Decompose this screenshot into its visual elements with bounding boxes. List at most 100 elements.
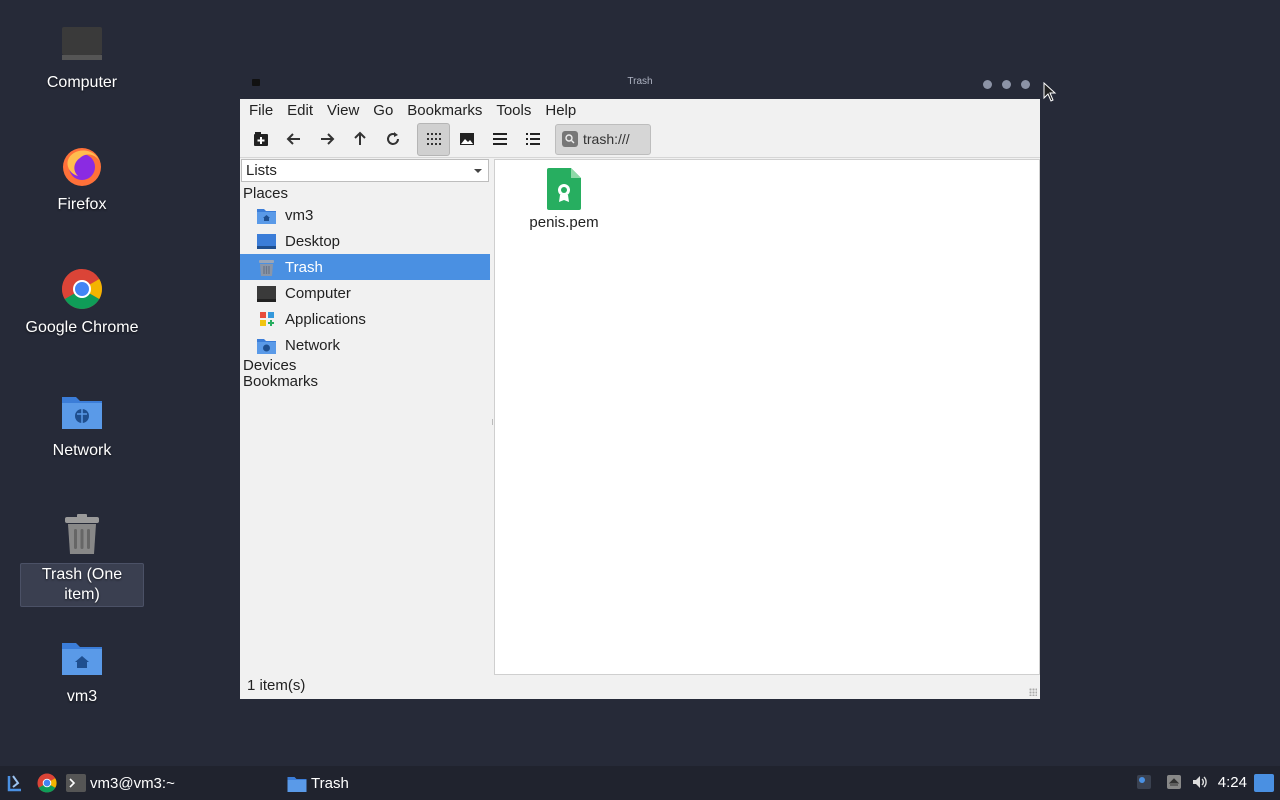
detailed-list-icon (525, 133, 540, 145)
desktop-icon-computer[interactable]: Computer (20, 22, 144, 94)
menu-bookmarks[interactable]: Bookmarks (407, 102, 482, 119)
desktop-icon-label: Trash (One item) (20, 563, 144, 607)
reload-button[interactable] (376, 123, 409, 156)
list-icon (492, 133, 507, 145)
desktop-icon-label: vm3 (66, 688, 98, 705)
menu-file[interactable]: File (249, 102, 273, 119)
file-name: penis.pem (529, 214, 599, 231)
task-label: Trash (311, 774, 349, 792)
app-menu-icon (7, 775, 21, 792)
desktop-icon-network[interactable]: Network (20, 390, 144, 462)
folder-icon (287, 776, 307, 792)
sidebar-item-computer[interactable]: Computer (240, 280, 490, 306)
desktop-icon-trash[interactable]: Trash (One item) (20, 513, 144, 607)
desktop-icon (257, 233, 276, 250)
pane-splitter[interactable] (492, 419, 493, 425)
sidebar-item-desktop[interactable]: Desktop (240, 228, 490, 254)
thumbnail-view-button[interactable] (450, 123, 483, 156)
bookmarks-heading[interactable]: Bookmarks (240, 374, 490, 390)
sidebar-item-label: Computer (285, 284, 351, 302)
clock[interactable]: 4:24 (1218, 774, 1247, 791)
window-titlebar[interactable]: Trash (240, 72, 1040, 99)
network-status-icon[interactable] (1136, 774, 1152, 790)
arrow-right-icon (320, 133, 334, 145)
file-manager-window: File Edit View Go Bookmarks Tools Help t… (240, 99, 1040, 699)
start-menu-button[interactable] (6, 771, 24, 795)
sidebar: Lists Places vm3 Desktop Trash Computer … (240, 159, 490, 675)
menubar: File Edit View Go Bookmarks Tools Help (240, 99, 1040, 121)
devices-heading[interactable]: Devices (240, 358, 490, 374)
reload-icon (386, 132, 399, 145)
menu-view[interactable]: View (327, 102, 359, 119)
arrow-left-icon (286, 133, 300, 145)
toolbar: trash:/// (240, 121, 1040, 158)
icon-view-button[interactable] (417, 122, 450, 156)
desktop-icon-home[interactable]: vm3 (20, 636, 144, 708)
window-title: Trash (627, 76, 653, 87)
chevron-down-icon (474, 168, 482, 173)
desktop-icon-firefox[interactable]: Firefox (20, 144, 144, 216)
image-icon (459, 133, 474, 145)
new-tab-icon (253, 132, 268, 146)
task-trash-window[interactable]: Trash (287, 771, 349, 795)
grid-icon (426, 133, 441, 145)
desktop-icon-label: Firefox (57, 196, 107, 213)
menu-go[interactable]: Go (373, 102, 393, 119)
status-bar: 1 item(s) (247, 677, 306, 694)
task-label: vm3@vm3:~ (90, 774, 175, 792)
mouse-cursor-icon (1043, 82, 1057, 102)
places-heading[interactable]: Places (240, 186, 490, 202)
desktop-icon-google-chrome[interactable]: Google Chrome (20, 267, 144, 339)
sidebar-item-label: Applications (285, 310, 366, 328)
home-folder-icon (257, 207, 276, 224)
maximize-button[interactable] (1002, 80, 1011, 89)
sidebar-item-applications[interactable]: Applications (240, 306, 490, 332)
trash-icon (257, 259, 276, 276)
certificate-file-icon (547, 168, 581, 210)
arrow-up-icon (353, 131, 366, 145)
sidebar-item-label: Network (285, 336, 341, 354)
network-folder-icon (60, 390, 104, 434)
firefox-icon (60, 144, 104, 188)
show-desktop-button[interactable] (1254, 774, 1274, 792)
desktop-icon-label: Network (52, 442, 112, 459)
sidebar-item-label: Trash (285, 258, 323, 276)
sidebar-item-network[interactable]: Network (240, 332, 490, 358)
chrome-launcher[interactable] (37, 771, 57, 795)
up-button[interactable] (343, 123, 376, 156)
removable-drive-icon[interactable] (1166, 774, 1182, 790)
new-tab-button[interactable] (244, 123, 277, 156)
file-item[interactable]: penis.pem (521, 168, 607, 231)
chrome-icon (37, 773, 57, 793)
location-bar[interactable]: trash:/// (555, 123, 651, 155)
detailed-view-button[interactable] (516, 123, 549, 156)
file-view[interactable]: penis.pem (494, 159, 1040, 675)
close-button[interactable] (1021, 80, 1030, 89)
computer-icon (60, 22, 104, 66)
sidebar-mode-select[interactable]: Lists (241, 159, 489, 182)
minimize-button[interactable] (983, 80, 992, 89)
computer-icon (257, 285, 276, 302)
sidebar-mode-value: Lists (246, 162, 277, 179)
compact-view-button[interactable] (483, 123, 516, 156)
desktop-icon-label: Google Chrome (25, 319, 139, 336)
volume-icon[interactable] (1192, 774, 1208, 790)
menu-help[interactable]: Help (545, 102, 576, 119)
desktop-icon-label: Computer (46, 74, 118, 91)
task-terminal[interactable]: vm3@vm3:~ (66, 771, 175, 795)
resize-grip[interactable] (1029, 688, 1037, 696)
chrome-icon (60, 267, 104, 311)
sidebar-item-trash[interactable]: Trash (240, 254, 490, 280)
sidebar-item-vm3[interactable]: vm3 (240, 202, 490, 228)
forward-button[interactable] (310, 123, 343, 156)
sidebar-item-label: Desktop (285, 232, 341, 250)
back-button[interactable] (277, 123, 310, 156)
taskbar: vm3@vm3:~ Trash 4:24 (0, 766, 1280, 800)
search-icon (562, 131, 578, 147)
applications-icon (257, 311, 276, 328)
network-folder-icon (257, 337, 276, 354)
menu-edit[interactable]: Edit (287, 102, 313, 119)
home-folder-icon (60, 636, 104, 680)
trash-icon (60, 513, 104, 557)
menu-tools[interactable]: Tools (496, 102, 531, 119)
